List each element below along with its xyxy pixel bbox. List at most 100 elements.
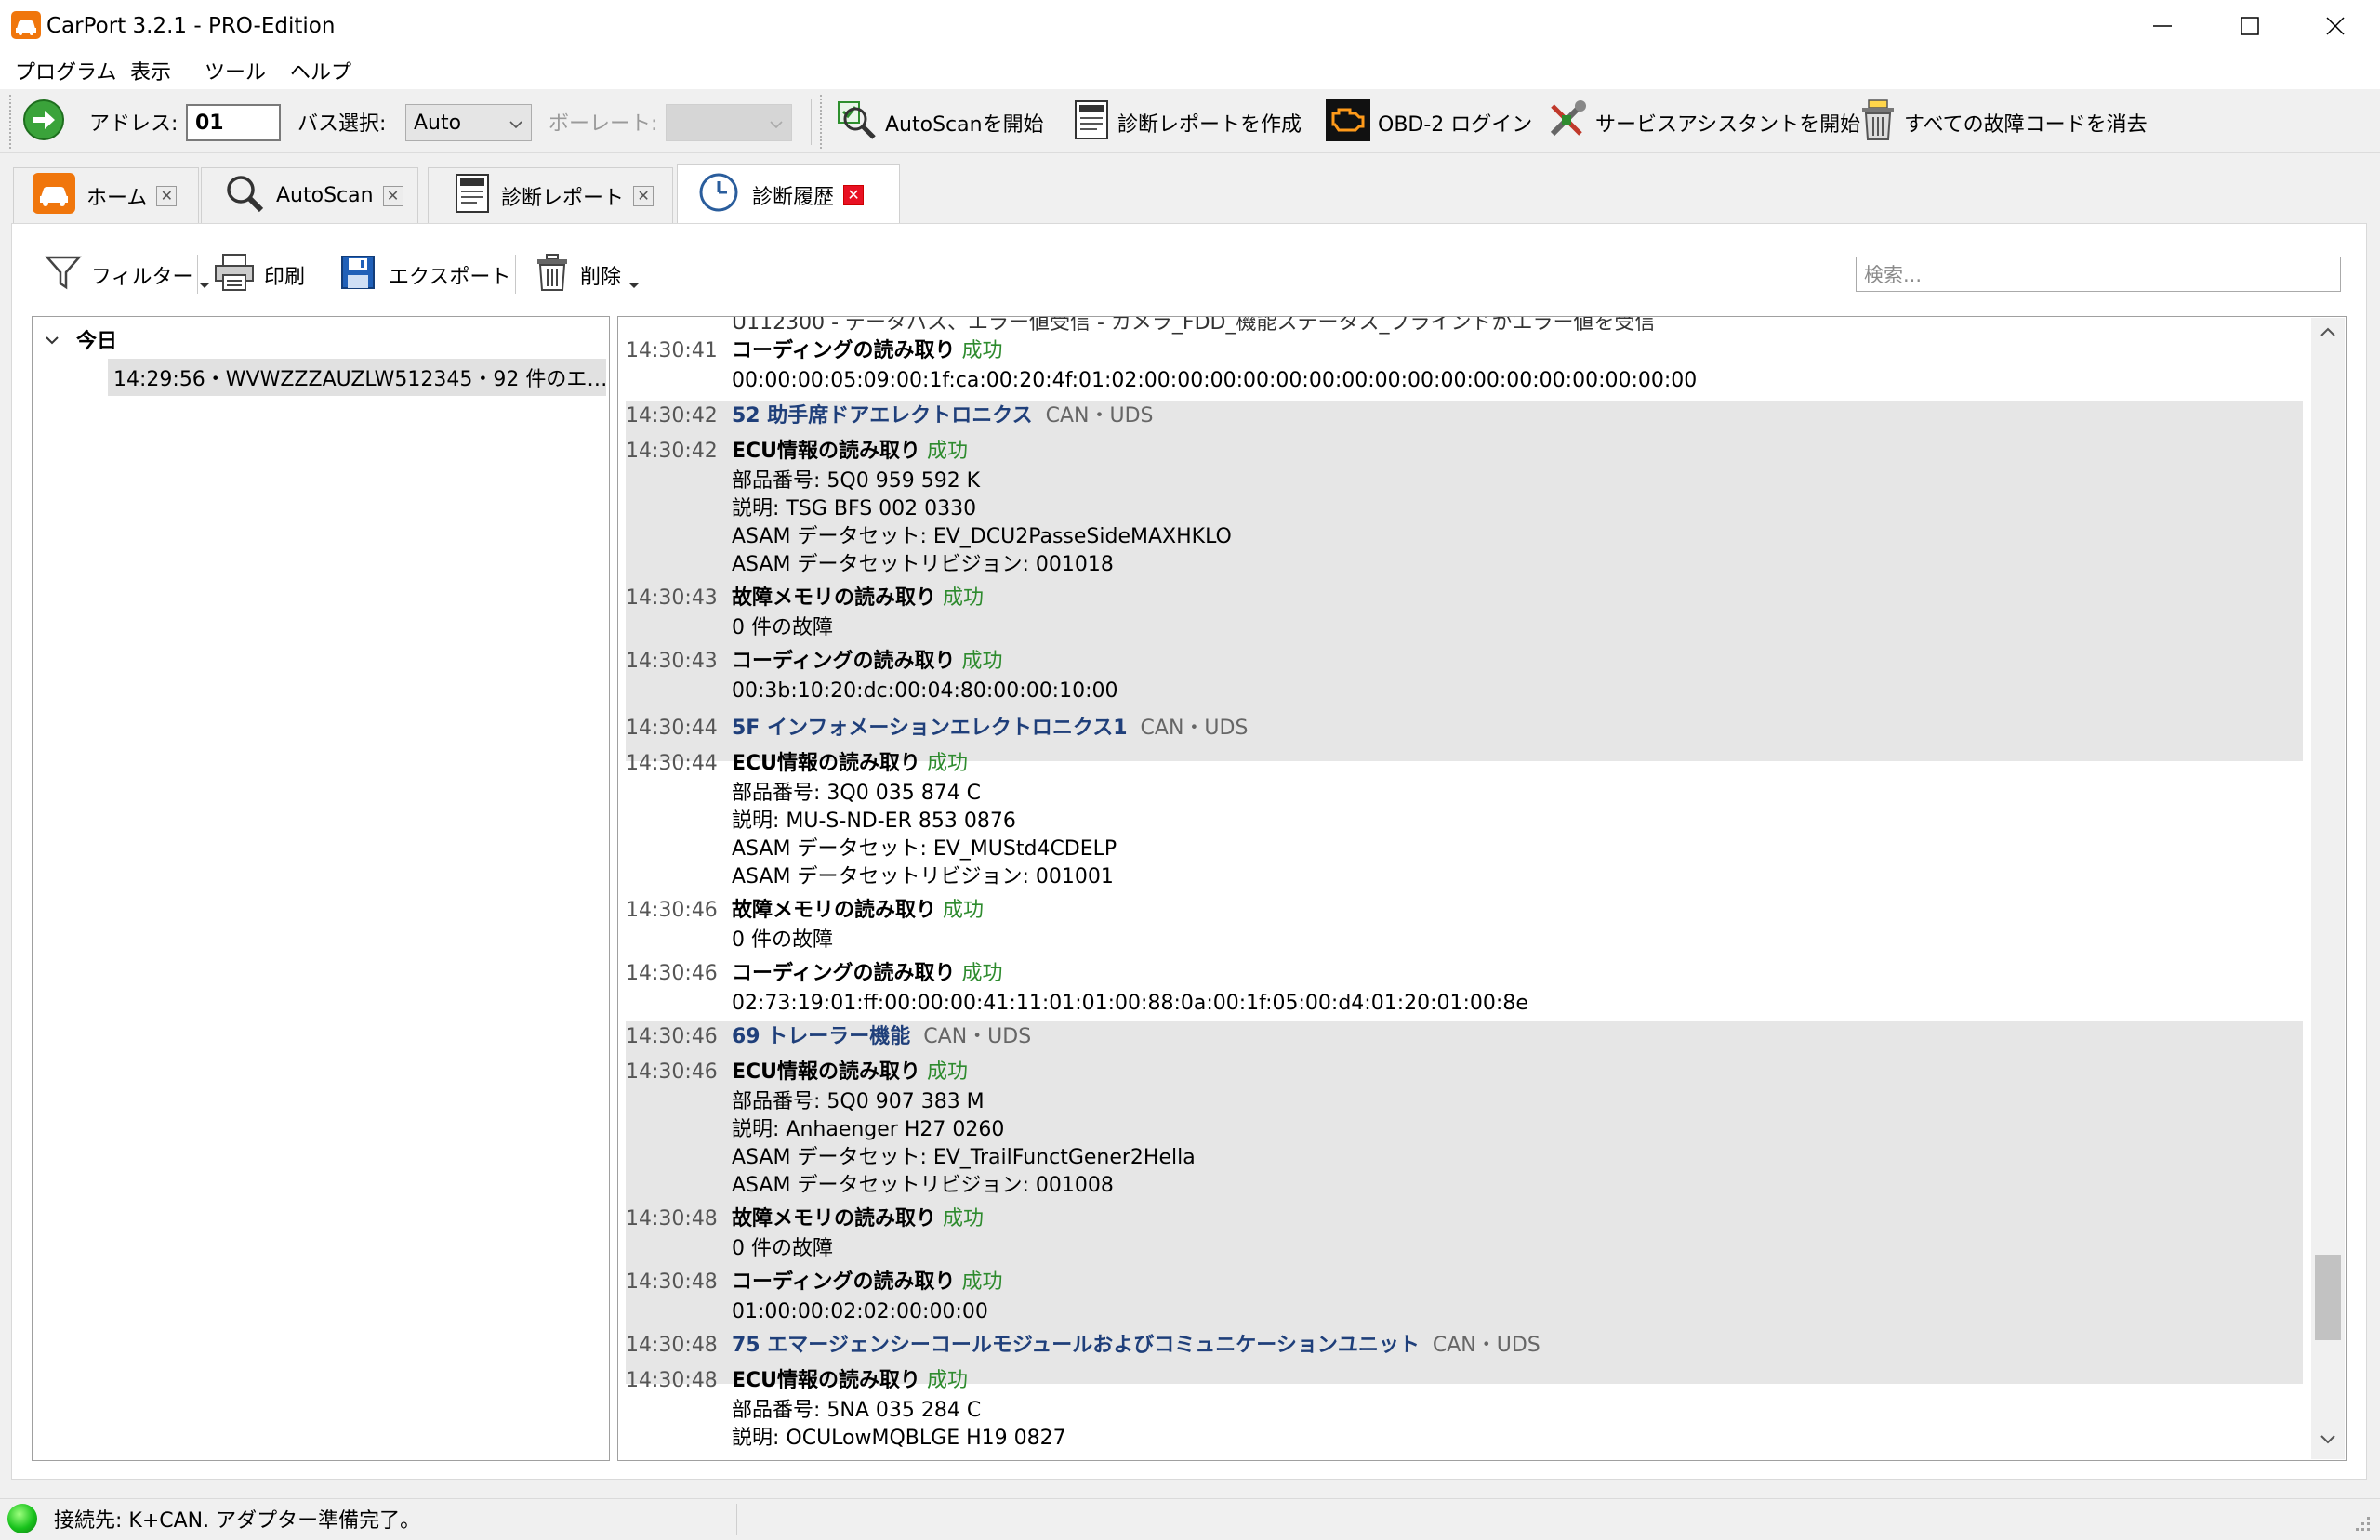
dropdown-arrow-icon	[628, 272, 640, 296]
log-entry-detail: 部品番号: 5Q0 907 383 M	[732, 1090, 985, 1113]
toolbar-separator	[811, 99, 812, 145]
status-separator	[736, 1504, 737, 1535]
log-entry-detail: 説明: MU-S-ND-ER 853 0876	[732, 809, 1016, 833]
engine-check-icon	[1326, 99, 1370, 147]
log-entry-title: 故障メモリの読み取り 成功	[732, 899, 985, 922]
tab-autoscan[interactable]: AutoScan ✕	[201, 167, 418, 223]
create-report-label: 診断レポートを作成	[1117, 113, 1302, 137]
obd-report-icon	[455, 173, 490, 219]
trash-bin-icon	[1859, 99, 1897, 147]
log-timestamp: 14:30:48	[626, 1369, 718, 1392]
log-entry-detail: 部品番号: 3Q0 035 874 C	[732, 782, 982, 805]
menu-view[interactable]: 表示	[125, 52, 177, 89]
filter-button[interactable]: フィルター	[45, 251, 210, 299]
log-entry-detail: 説明: TSG BFS 002 0330	[732, 497, 977, 520]
menu-tools[interactable]: ツール	[199, 52, 271, 89]
create-report-button[interactable]: 診断レポートを作成	[1073, 97, 1302, 149]
connect-icon[interactable]	[22, 99, 65, 141]
log-entry-title: 故障メモリの読み取り 成功	[732, 1207, 985, 1231]
log-module-header: 52 助手席ドアエレクトロニクス CAN・UDS	[732, 404, 1154, 428]
log-timestamp: 14:30:46	[626, 962, 718, 985]
resize-grip-icon[interactable]	[2350, 1511, 2373, 1533]
print-button[interactable]: 印刷	[214, 251, 305, 299]
log-timestamp: 14:30:46	[626, 1060, 718, 1084]
title-bar	[0, 0, 2380, 52]
log-timestamp: 14:30:48	[626, 1207, 718, 1231]
tab-history-close-icon[interactable]: ✕	[843, 184, 865, 205]
service-assistant-label: サービスアシスタントを開始	[1595, 113, 1861, 137]
bus-label: バス選択:	[298, 112, 387, 136]
address-input[interactable]: 01	[186, 104, 281, 141]
tab-report-close-icon[interactable]: ✕	[633, 185, 654, 206]
log-entry-title: 故障メモリの読み取り 成功	[732, 586, 985, 610]
export-button[interactable]: エクスポート	[340, 251, 510, 299]
tab-report-label: 診断レポート	[501, 186, 625, 210]
log-entry-detail: 部品番号: 5Q0 959 592 K	[732, 469, 981, 493]
baud-select[interactable]	[666, 104, 792, 141]
tab-report[interactable]: 診断レポート ✕	[428, 167, 673, 223]
print-label: 印刷	[264, 266, 306, 289]
baud-label: ボーレート:	[549, 112, 658, 136]
log-entry-detail: 説明: Anhaenger H27 0260	[732, 1118, 1005, 1141]
log-entry-title: コーディングの読み取り 成功	[732, 650, 1003, 673]
tab-autoscan-label: AutoScan	[276, 184, 374, 207]
chevron-down-icon[interactable]	[45, 328, 60, 351]
log-entry-title: ECU情報の読み取り 成功	[732, 752, 969, 775]
tree-item-session[interactable]: 14:29:56・WVWZZZAUZLW512345・92 件のエ…	[108, 359, 606, 396]
tab-history-label: 診断履歴	[752, 185, 835, 209]
delete-button[interactable]: 削除	[536, 251, 640, 299]
diagnostic-log: U112300 - データバス、エラー値受信 - カメラ_FDD_機能ステータス…	[617, 316, 2347, 1461]
autoscan-start-label: AutoScanを開始	[885, 113, 1044, 137]
minimize-button[interactable]	[2120, 0, 2205, 52]
obd-report-icon	[1073, 99, 1110, 146]
log-timestamp: 14:30:44	[626, 752, 718, 775]
scroll-down-icon[interactable]	[2319, 1433, 2337, 1446]
log-timestamp: 14:30:42	[626, 404, 718, 428]
menu-help[interactable]: ヘルプ	[284, 52, 357, 89]
filter-funnel-icon	[45, 254, 82, 296]
log-entry-detail: 0 件の故障	[732, 1237, 833, 1260]
search-input[interactable]: 検索...	[1856, 257, 2341, 292]
subtoolbar-separator	[197, 255, 198, 294]
toolbar-grip[interactable]	[820, 95, 827, 149]
close-window-button[interactable]	[2293, 0, 2378, 52]
clear-all-codes-label: すべての故障コードを消去	[1904, 113, 2148, 137]
clear-all-codes-button[interactable]: すべての故障コードを消去	[1859, 97, 2148, 149]
log-module-header: 5F インフォメーションエレクトロニクス1 CAN・UDS	[732, 717, 1249, 740]
tab-home[interactable]: ホーム ✕	[13, 167, 199, 223]
log-timestamp: 14:30:46	[626, 1025, 718, 1048]
toolbar-grip[interactable]	[9, 95, 17, 149]
log-entry-title: コーディングの読み取り 成功	[732, 339, 1003, 362]
tab-home-close-icon[interactable]: ✕	[156, 185, 178, 206]
autoscan-start-button[interactable]: AutoScanを開始	[835, 97, 1044, 149]
wrench-tools-icon	[1545, 99, 1588, 147]
log-entry-detail: 00:00:00:05:09:00:1f:ca:00:20:4f:01:02:0…	[732, 369, 1698, 392]
log-timestamp: 14:30:44	[626, 717, 718, 740]
bus-select-value: Auto	[414, 111, 462, 135]
log-entry-detail: ASAM データセット: EV_MUStd4CDELP	[732, 837, 1117, 861]
status-text: 接続先: K+CAN. アダプター準備完了。	[54, 1509, 421, 1533]
log-entry-detail: 02:73:19:01:ff:00:00:00:41:11:01:01:00:8…	[732, 992, 1528, 1015]
scroll-up-icon[interactable]	[2319, 325, 2337, 338]
dropdown-arrow-icon	[199, 272, 210, 296]
tree-node-today[interactable]: 今日	[45, 322, 117, 357]
log-entry-title: コーディングの読み取り 成功	[732, 1270, 1003, 1294]
log-entry-detail: ASAM データセット: EV_DCU2PasseSideMAXHKLO	[732, 525, 1232, 548]
scrollbar-thumb[interactable]	[2315, 1255, 2341, 1340]
log-entry-detail: 00:3b:10:20:dc:00:04:80:00:00:10:00	[732, 679, 1118, 703]
log-module-header: 75 エマージェンシーコールモジュールおよびコミュニケーションユニット CAN・…	[732, 1334, 1540, 1357]
log-entry-detail: 0 件の故障	[732, 616, 833, 639]
log-entry-detail: 0 件の故障	[732, 928, 833, 952]
tab-home-label: ホーム	[86, 186, 148, 210]
maximize-button[interactable]	[2207, 0, 2293, 52]
menu-program[interactable]: プログラム	[9, 52, 122, 89]
log-entry-detail: ASAM データセット: EV_TrailFunctGener2Hella	[732, 1146, 1196, 1169]
tab-autoscan-close-icon[interactable]: ✕	[382, 185, 403, 206]
filter-label: フィルター	[91, 266, 193, 289]
bus-select[interactable]: Auto	[405, 104, 532, 141]
tab-history[interactable]: 診断履歴 ✕	[677, 164, 900, 225]
obd2-login-button[interactable]: OBD-2 ログイン	[1326, 97, 1532, 149]
clock-icon	[698, 172, 739, 218]
service-assistant-button[interactable]: サービスアシスタントを開始	[1545, 97, 1860, 149]
log-entry-detail: ASAM データセットリビジョン: 001001	[732, 865, 1114, 888]
